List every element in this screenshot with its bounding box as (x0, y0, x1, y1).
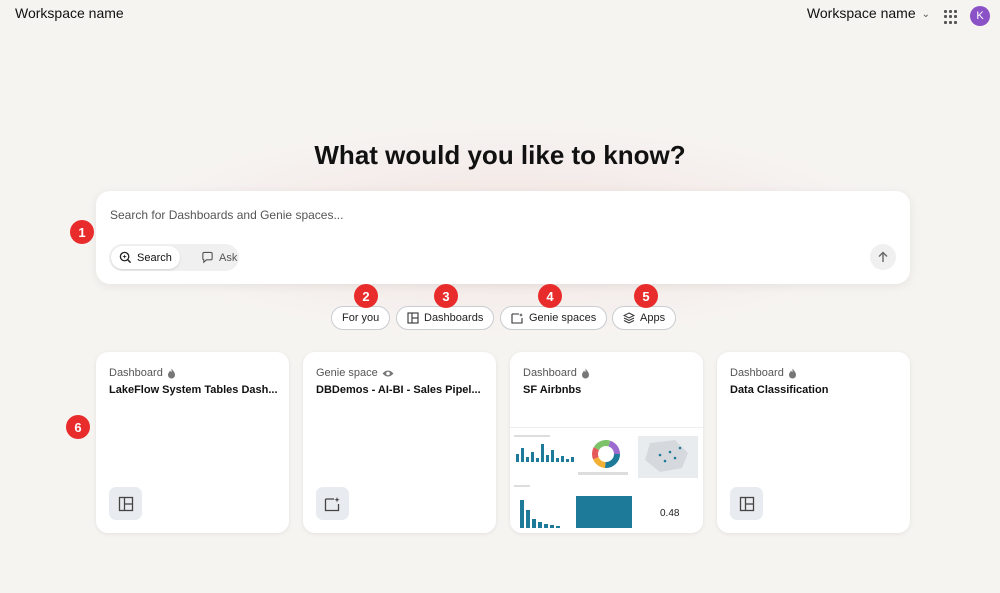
annotation-badge: 3 (434, 284, 458, 308)
filter-for-you[interactable]: For you (331, 306, 391, 330)
card-type: Dashboard (523, 367, 590, 379)
layers-icon (623, 312, 635, 324)
filter-genie-spaces[interactable]: Genie spaces (500, 306, 608, 330)
dashboard-icon (407, 312, 419, 324)
card-type-label: Dashboard (523, 367, 577, 379)
dashboard-card[interactable]: Dashboard LakeFlow System Tables Dash... (96, 352, 289, 533)
dashboard-preview: 0.48 (510, 427, 703, 533)
search-mode-button[interactable]: Search (111, 246, 180, 269)
card-type-label: Dashboard (109, 367, 163, 379)
search-sparkle-icon (119, 251, 132, 264)
search-card: Search Ask (96, 191, 910, 284)
card-title: LakeFlow System Tables Dash... (109, 384, 278, 396)
filter-label: For you (342, 312, 380, 324)
genie-space-icon (511, 313, 523, 324)
flame-icon (788, 368, 796, 378)
chevron-down-icon: ⌄ (921, 9, 930, 20)
card-type: Genie space (316, 367, 394, 379)
genie-space-icon (324, 496, 340, 511)
annotation-badge: 5 (634, 284, 658, 308)
annotation-badge: 2 (354, 284, 378, 308)
card-thumbnail-tile (316, 487, 349, 520)
genie-space-card[interactable]: Genie space DBDemos - AI-BI - Sales Pipe… (303, 352, 496, 533)
ask-mode-label: Ask (219, 251, 238, 264)
dashboard-icon (118, 496, 133, 511)
arrow-up-icon (878, 251, 888, 262)
card-type-label: Genie space (316, 367, 378, 379)
workspace-switcher[interactable]: Workspace name ⌄ (807, 5, 930, 21)
mode-toggle: Search Ask (109, 244, 239, 271)
filter-apps[interactable]: Apps (612, 306, 677, 330)
workspace-name-right: Workspace name (806, 5, 916, 21)
dashboard-card[interactable]: Dashboard Data Classification (717, 352, 910, 533)
apps-grid-icon[interactable] (944, 10, 958, 24)
page-title: What would you like to know? (314, 140, 686, 170)
card-type: Dashboard (730, 367, 797, 379)
preview-metric-value: 0.48 (660, 508, 680, 519)
filter-label: Dashboards (424, 312, 484, 324)
annotation-badge: 1 (70, 220, 94, 244)
filter-label: Genie spaces (529, 312, 597, 324)
search-mode-label: Search (137, 251, 172, 264)
card-thumbnail-tile (109, 487, 142, 520)
annotation-badge: 6 (66, 415, 90, 439)
card-type-label: Dashboard (730, 367, 784, 379)
search-input[interactable] (108, 207, 812, 223)
eye-icon (382, 370, 394, 376)
card-type: Dashboard (109, 367, 176, 379)
filter-dashboards[interactable]: Dashboards (396, 306, 495, 330)
card-title: DBDemos - AI-BI - Sales Pipel... (316, 384, 481, 396)
workspace-name-left: Workspace name (15, 5, 124, 21)
dashboard-icon (739, 496, 754, 511)
chat-bubble-icon (202, 251, 213, 264)
flame-icon (167, 368, 175, 378)
card-title: SF Airbnbs (523, 384, 582, 396)
dashboard-card[interactable]: Dashboard SF Airbnbs 0.48 (510, 352, 703, 533)
card-thumbnail-tile (730, 487, 763, 520)
card-title: Data Classification (730, 384, 829, 396)
top-bar: Workspace name Workspace name ⌄ K (0, 0, 1000, 30)
flame-icon (581, 368, 589, 378)
annotation-badge: 4 (538, 284, 562, 308)
filter-label: Apps (640, 312, 666, 324)
avatar[interactable]: K (970, 6, 990, 26)
ask-mode-button[interactable]: Ask (193, 246, 245, 269)
submit-button[interactable] (870, 244, 896, 270)
